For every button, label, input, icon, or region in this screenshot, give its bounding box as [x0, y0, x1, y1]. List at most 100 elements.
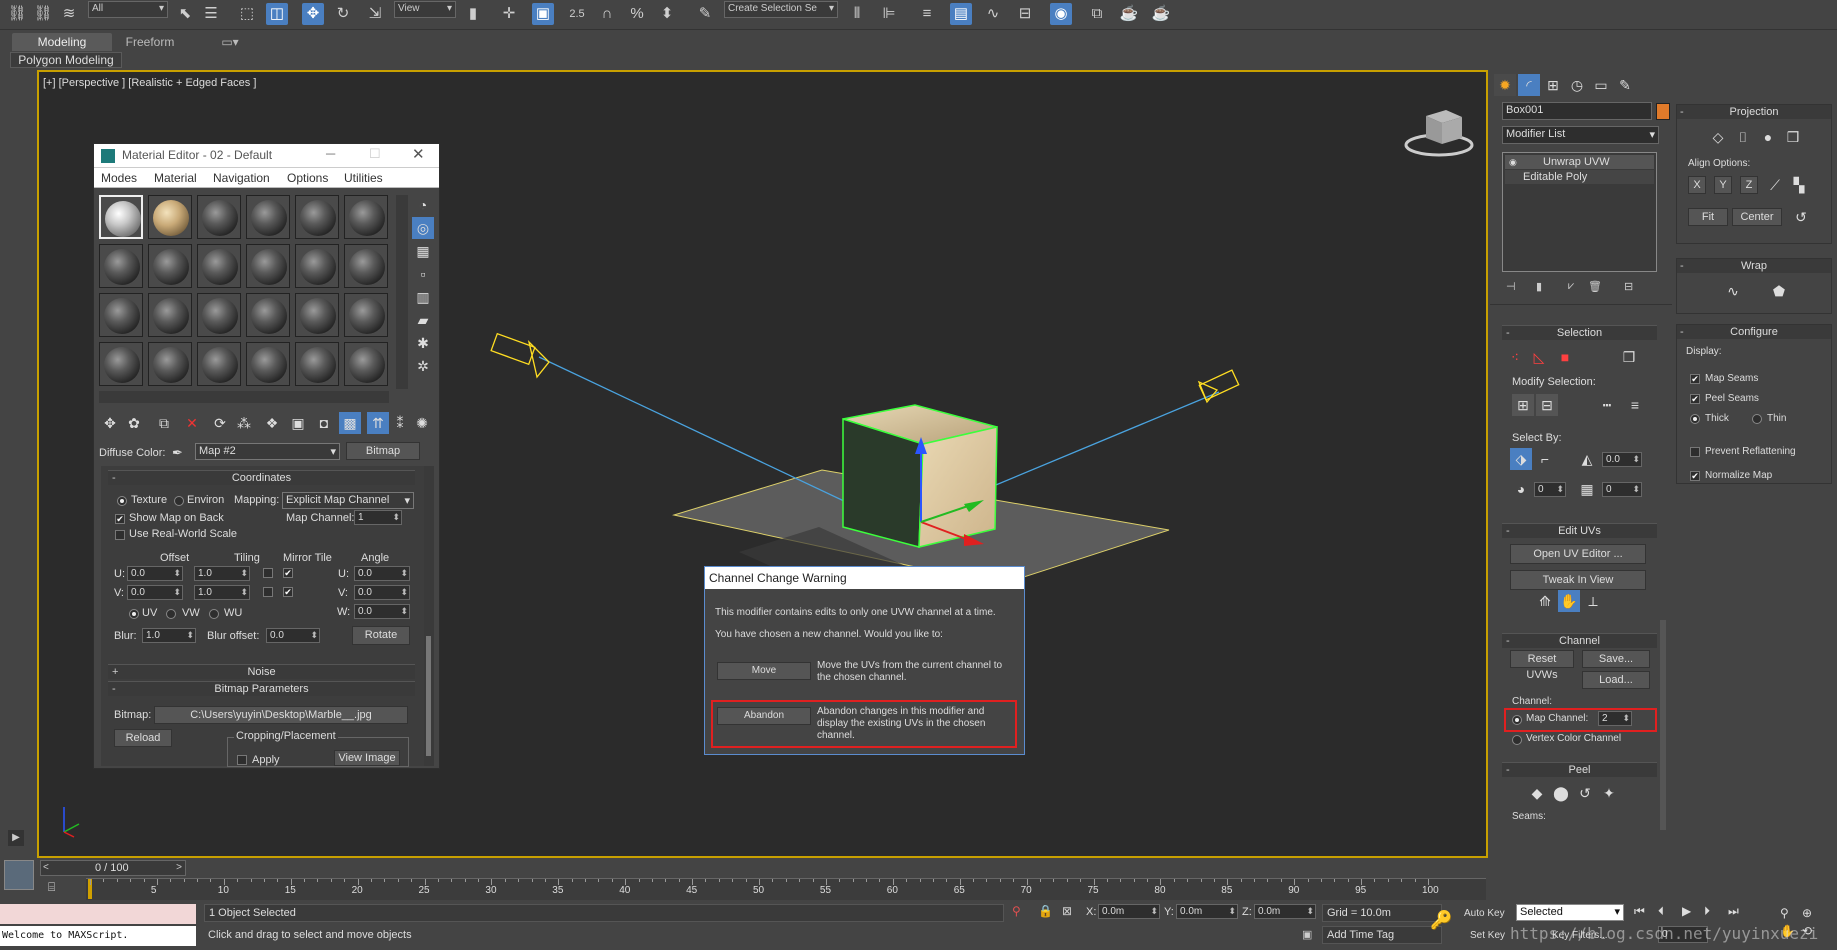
unfold-strip-icon[interactable]: ⬟ — [1768, 280, 1790, 302]
make-unique-icon[interactable]: ⩗ — [1568, 280, 1574, 293]
material-id-icon[interactable]: ▣ — [287, 412, 309, 434]
u-angle-spinner[interactable]: 0.0 — [354, 566, 410, 581]
cylindrical-map-icon[interactable]: ⌷ — [1732, 126, 1754, 148]
align-z-button[interactable]: Z — [1740, 176, 1758, 194]
shrink-selection-icon[interactable]: ⊟ — [1536, 394, 1558, 416]
ref-coord-select[interactable]: View — [394, 1, 456, 18]
select-by-edge-icon[interactable]: ⌐ — [1534, 448, 1556, 470]
u-mirror-checkbox[interactable] — [263, 568, 273, 578]
material-editor-icon[interactable]: ◉ — [1050, 3, 1072, 25]
rendered-frame-icon[interactable]: ☕ — [1118, 3, 1140, 25]
v-offset-spinner[interactable]: 0.0 — [127, 585, 183, 600]
view-image-button[interactable]: View Image — [334, 750, 400, 766]
sample-slot[interactable] — [246, 342, 290, 386]
maximize-icon[interactable]: ☐ — [369, 146, 381, 162]
y-coord-field[interactable]: 0.0m — [1176, 904, 1238, 919]
slider-right-arrow-icon[interactable]: > — [176, 862, 182, 873]
sample-slot[interactable] — [344, 293, 388, 337]
sample-slot[interactable] — [295, 293, 339, 337]
select-by-name-icon[interactable]: ☰ — [200, 3, 222, 25]
vw-radio[interactable] — [166, 609, 176, 619]
time-tag-icon[interactable]: ▣ — [1302, 928, 1312, 941]
close-icon[interactable]: ✕ — [412, 145, 425, 163]
save-button[interactable]: Save... — [1582, 650, 1650, 668]
ribbon-options-icon[interactable]: ▭▾ — [218, 33, 242, 51]
blur-offset-spinner[interactable]: 0.0 — [266, 628, 320, 643]
map-channel-radio[interactable] — [1512, 715, 1522, 725]
u-tiling-spinner[interactable]: 1.0 — [194, 566, 250, 581]
sample-slot[interactable] — [344, 244, 388, 288]
go-to-end-icon[interactable]: ⏭ — [1728, 904, 1739, 919]
menu-navigation[interactable]: Navigation — [213, 171, 270, 185]
sample-slot[interactable] — [246, 195, 290, 239]
set-key-button[interactable]: Set Key — [1470, 930, 1505, 941]
sample-slots-hscroll[interactable] — [99, 391, 389, 403]
manipulate-icon[interactable]: ✛ — [498, 3, 520, 25]
spherical-map-icon[interactable]: ● — [1757, 126, 1779, 148]
go-to-parent-icon[interactable]: ⇈ — [367, 412, 389, 434]
move-button[interactable]: Move — [717, 662, 811, 680]
make-unique-icon[interactable]: ⁂ — [233, 412, 255, 434]
edit-uvs-rollout-header[interactable]: - Edit UVs — [1502, 523, 1657, 538]
spinner-snap-icon[interactable]: ⬍ — [656, 3, 678, 25]
sample-slot[interactable] — [99, 244, 143, 288]
planar-angle-icon[interactable]: ◭ — [1576, 448, 1598, 470]
edge-mode-icon[interactable]: ◺ — [1528, 346, 1550, 368]
params-scroll-thumb[interactable] — [426, 636, 431, 756]
background-icon[interactable]: ▦ — [412, 240, 434, 262]
mapping-select[interactable]: Explicit Map Channel ▾ — [282, 492, 414, 509]
menu-options[interactable]: Options — [287, 171, 328, 185]
pivot-icon[interactable]: ▮ — [462, 3, 484, 25]
minimize-icon[interactable]: ─ — [326, 146, 335, 161]
percent-snap-icon[interactable]: % — [626, 3, 648, 25]
map-name-select[interactable]: Map #2 ▾ — [195, 443, 340, 460]
options-icon[interactable]: ✱ — [412, 332, 434, 354]
video-color-check-icon[interactable]: ▥ — [412, 286, 434, 308]
params-scrollbar[interactable] — [424, 466, 434, 766]
layer-manager-icon[interactable]: ≡ — [916, 3, 938, 25]
zoom-all-icon[interactable]: ⊕ — [1802, 906, 1812, 920]
vertex-mode-icon[interactable]: ⁖ — [1504, 346, 1526, 368]
sample-slot[interactable] — [99, 342, 143, 386]
align-icon[interactable]: ⊫ — [878, 3, 900, 25]
make-copy-icon[interactable]: ⟳ — [209, 412, 231, 434]
thin-radio[interactable] — [1752, 414, 1762, 424]
previous-frame-icon[interactable]: ⏴ — [1658, 904, 1664, 919]
maxscript-listener-top[interactable] — [0, 904, 196, 924]
maxscript-listener[interactable]: Welcome to MAXScript. — [0, 926, 196, 946]
menu-material[interactable]: Material — [154, 171, 197, 185]
v-mirror-checkbox[interactable] — [263, 587, 273, 597]
environ-radio[interactable] — [174, 496, 184, 506]
fit-button[interactable]: Fit — [1688, 208, 1728, 226]
rect-selection-icon[interactable]: ⬚ — [236, 3, 258, 25]
box-map-icon[interactable]: ❒ — [1782, 126, 1804, 148]
v-angle-spinner[interactable]: 0.0 — [354, 585, 410, 600]
reset-map-icon[interactable]: ✕ — [181, 412, 203, 434]
loop-icon[interactable]: ┅ — [1596, 394, 1618, 416]
map-channel-spinner[interactable]: 1 — [354, 510, 402, 525]
thick-radio[interactable] — [1690, 414, 1700, 424]
menu-modes[interactable]: Modes — [101, 171, 137, 185]
select-by-spinner-1[interactable]: 0 — [1534, 482, 1566, 497]
stack-item-editable-poly[interactable]: Editable Poly — [1505, 170, 1654, 184]
map-seams-checkbox[interactable]: ✔ — [1690, 374, 1700, 384]
quick-peel-icon[interactable]: ✋ — [1558, 590, 1580, 612]
mini-curve-editor-icon[interactable] — [4, 860, 34, 890]
add-time-tag[interactable]: Add Time Tag — [1322, 926, 1442, 944]
track-bar[interactable]: 5 10 15 20 25 30 35 40 45 50 55 60 65 70 75 80 85 90 95 100 — [86, 878, 1486, 900]
eyedropper-icon[interactable]: ✒ — [172, 445, 183, 461]
sample-type-icon[interactable]: ◔ — [412, 194, 434, 216]
snap-toggle-icon[interactable]: 2.5 — [566, 3, 588, 25]
u-tile-checkbox[interactable]: ✔ — [283, 568, 293, 578]
schematic-view-icon[interactable]: ⊟ — [1014, 3, 1036, 25]
put-to-scene-icon[interactable]: ✿ — [123, 412, 145, 434]
set-key-icon[interactable]: 🔑 — [1430, 910, 1452, 931]
configure-sets-icon[interactable]: ⊟ — [1624, 280, 1633, 293]
selection-rollout-header[interactable]: - Selection — [1502, 325, 1657, 340]
remove-modifier-icon[interactable]: 🗑 — [1588, 280, 1602, 293]
w-angle-spinner[interactable]: 0.0 — [354, 604, 410, 619]
align-to-view-icon[interactable]: ▚ — [1788, 174, 1810, 196]
command-panel-scrollbar[interactable] — [1660, 620, 1666, 830]
expand-arrow-icon[interactable]: ▶ — [8, 830, 24, 846]
spline-map-icon[interactable]: ∿ — [1722, 280, 1744, 302]
